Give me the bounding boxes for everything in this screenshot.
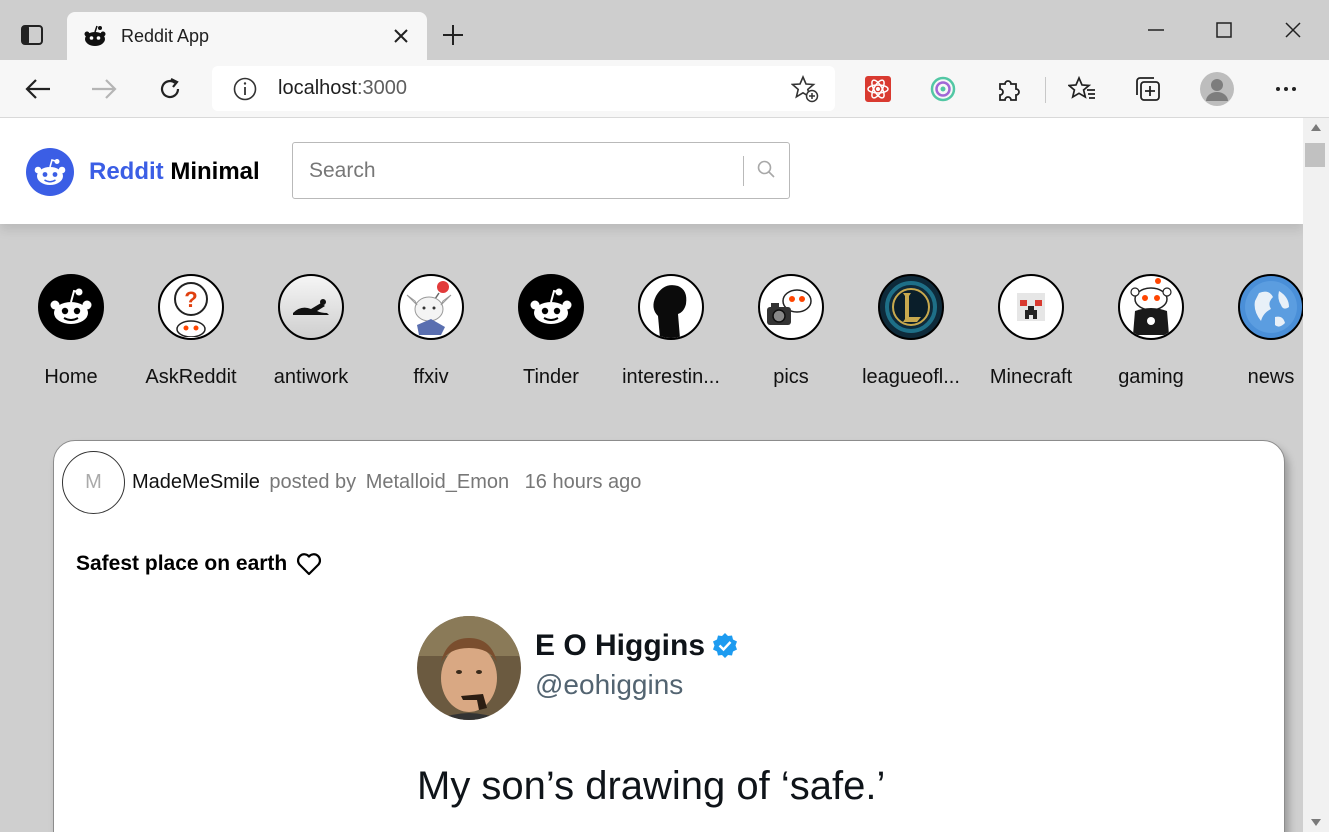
subreddit-name: news <box>1247 366 1295 388</box>
new-tab-icon[interactable] <box>436 18 470 52</box>
subreddit-name: leagueofl... <box>862 366 960 388</box>
subreddit-item-tinder[interactable]: Tinder <box>491 274 611 389</box>
subreddit-list: Home ? AskReddit antiwork ffxiv Tinder i… <box>0 274 1303 394</box>
subreddit-item-gaming[interactable]: gaming <box>1091 274 1211 389</box>
subreddit-item-pics[interactable]: pics <box>731 274 851 389</box>
url-text[interactable]: localhost:3000 <box>278 77 785 100</box>
scroll-down-arrow-icon[interactable] <box>1311 819 1321 826</box>
subreddit-name: ffxiv <box>413 366 449 388</box>
reddit-favicon-icon <box>83 24 107 48</box>
subreddit-item-home[interactable]: Home <box>11 274 131 389</box>
refresh-icon[interactable] <box>150 70 190 108</box>
camera-snoo-icon <box>758 274 824 340</box>
reddit-snoo-icon <box>38 274 104 340</box>
url-port: :3000 <box>356 77 407 99</box>
more-options-icon[interactable] <box>1266 70 1306 108</box>
page-scrollbar[interactable] <box>1303 118 1329 832</box>
post-time: 16 hours ago <box>524 471 642 493</box>
tweet-handle: @eohiggins <box>535 669 684 700</box>
post-title[interactable]: Safest place on earth <box>76 552 287 576</box>
site-info-icon[interactable] <box>232 76 258 102</box>
subreddit-item-minecraft[interactable]: Minecraft <box>971 274 1091 389</box>
brand-title-part1: Reddit <box>89 158 164 185</box>
subreddit-item-interesting[interactable]: interestin... <box>611 274 731 389</box>
posted-by-label: posted by <box>269 471 357 493</box>
add-favorite-icon[interactable] <box>785 69 825 109</box>
tab-title: Reddit App <box>121 25 210 46</box>
browser-tab[interactable]: Reddit App <box>67 12 427 60</box>
brand-title[interactable]: Reddit Minimal <box>89 158 260 186</box>
tweet-author-name: E O Higgins <box>535 629 739 663</box>
post-author-link[interactable]: Metalloid_Emon <box>366 471 509 493</box>
tweet-profile-photo <box>417 616 521 720</box>
subreddit-name: Tinder <box>523 366 579 388</box>
subreddit-name: pics <box>773 366 809 388</box>
subreddit-item-antiwork[interactable]: antiwork <box>251 274 371 389</box>
league-logo-icon <box>878 274 944 340</box>
subreddit-name: Home <box>44 366 98 388</box>
tweet-text: My son’s drawing of ‘safe.’ <box>417 764 886 808</box>
app-header: Reddit Minimal <box>0 118 1303 224</box>
tweet-author-name-text: E O Higgins <box>535 629 706 662</box>
browser-toolbar: localhost:3000 <box>0 60 1329 118</box>
profile-avatar-icon[interactable] <box>1197 70 1237 108</box>
verified-badge-icon <box>711 632 739 660</box>
post-author-avatar: M <box>62 451 125 514</box>
askreddit-icon: ? <box>158 274 224 340</box>
reddit-snoo-icon <box>518 274 584 340</box>
gaming-snoo-icon <box>1118 274 1184 340</box>
moogle-icon <box>398 274 464 340</box>
minimize-icon[interactable] <box>1126 10 1186 50</box>
page-viewport: Reddit Minimal Home ? AskReddit <box>0 118 1303 832</box>
subreddit-name: interestin... <box>622 366 720 388</box>
post-meta: MadeMeSmile posted by Metalloid_Emon 16 … <box>132 471 641 494</box>
post-image[interactable]: E O Higgins @eohiggins My son’s drawing … <box>414 611 934 832</box>
subreddit-name: AskReddit <box>145 366 237 388</box>
close-window-icon[interactable] <box>1263 10 1323 50</box>
maximize-icon[interactable] <box>1194 10 1254 50</box>
post-title-row: Safest place on earth <box>76 551 323 577</box>
antiwork-icon <box>278 274 344 340</box>
subreddit-name: antiwork <box>273 366 349 388</box>
subreddit-name: gaming <box>1118 366 1184 388</box>
close-tab-icon[interactable] <box>387 22 415 50</box>
subreddit-item-askreddit[interactable]: ? AskReddit <box>131 274 251 389</box>
redux-extension-icon[interactable] <box>923 70 963 108</box>
forward-arrow-icon[interactable] <box>84 70 124 108</box>
back-arrow-icon[interactable] <box>18 70 58 108</box>
svg-text:?: ? <box>184 287 197 312</box>
search-bar <box>292 142 790 199</box>
brand-title-part2: Minimal <box>170 158 260 185</box>
address-bar[interactable]: localhost:3000 <box>212 66 835 111</box>
search-divider <box>743 156 744 186</box>
silhouette-icon <box>638 274 704 340</box>
creeper-icon <box>998 274 1064 340</box>
subreddit-item-leagueoflegends[interactable]: leagueofl... <box>851 274 971 389</box>
search-button[interactable] <box>749 153 783 189</box>
extensions-puzzle-icon[interactable] <box>989 70 1029 108</box>
browser-tab-strip: Reddit App <box>0 0 1329 60</box>
collections-icon[interactable] <box>1128 70 1168 108</box>
post-card: M MadeMeSmile posted by Metalloid_Emon 1… <box>53 440 1285 832</box>
react-devtools-extension-icon[interactable] <box>858 70 898 108</box>
scroll-up-arrow-icon[interactable] <box>1311 124 1321 131</box>
post-subreddit-link[interactable]: MadeMeSmile <box>132 471 260 493</box>
globe-icon <box>1238 274 1303 340</box>
search-icon <box>757 160 775 183</box>
url-host: localhost <box>278 77 357 99</box>
toolbar-separator <box>1045 77 1046 103</box>
scrollbar-thumb[interactable] <box>1305 143 1325 167</box>
favorites-icon[interactable] <box>1062 70 1102 108</box>
subreddit-item-ffxiv[interactable]: ffxiv <box>371 274 491 389</box>
reddit-logo-icon[interactable] <box>26 148 74 196</box>
tab-actions-icon[interactable] <box>14 20 50 50</box>
subreddit-name: Minecraft <box>989 366 1073 388</box>
search-input[interactable] <box>294 144 734 197</box>
heart-icon[interactable] <box>295 551 323 577</box>
subreddit-item-news[interactable]: news <box>1211 274 1303 389</box>
